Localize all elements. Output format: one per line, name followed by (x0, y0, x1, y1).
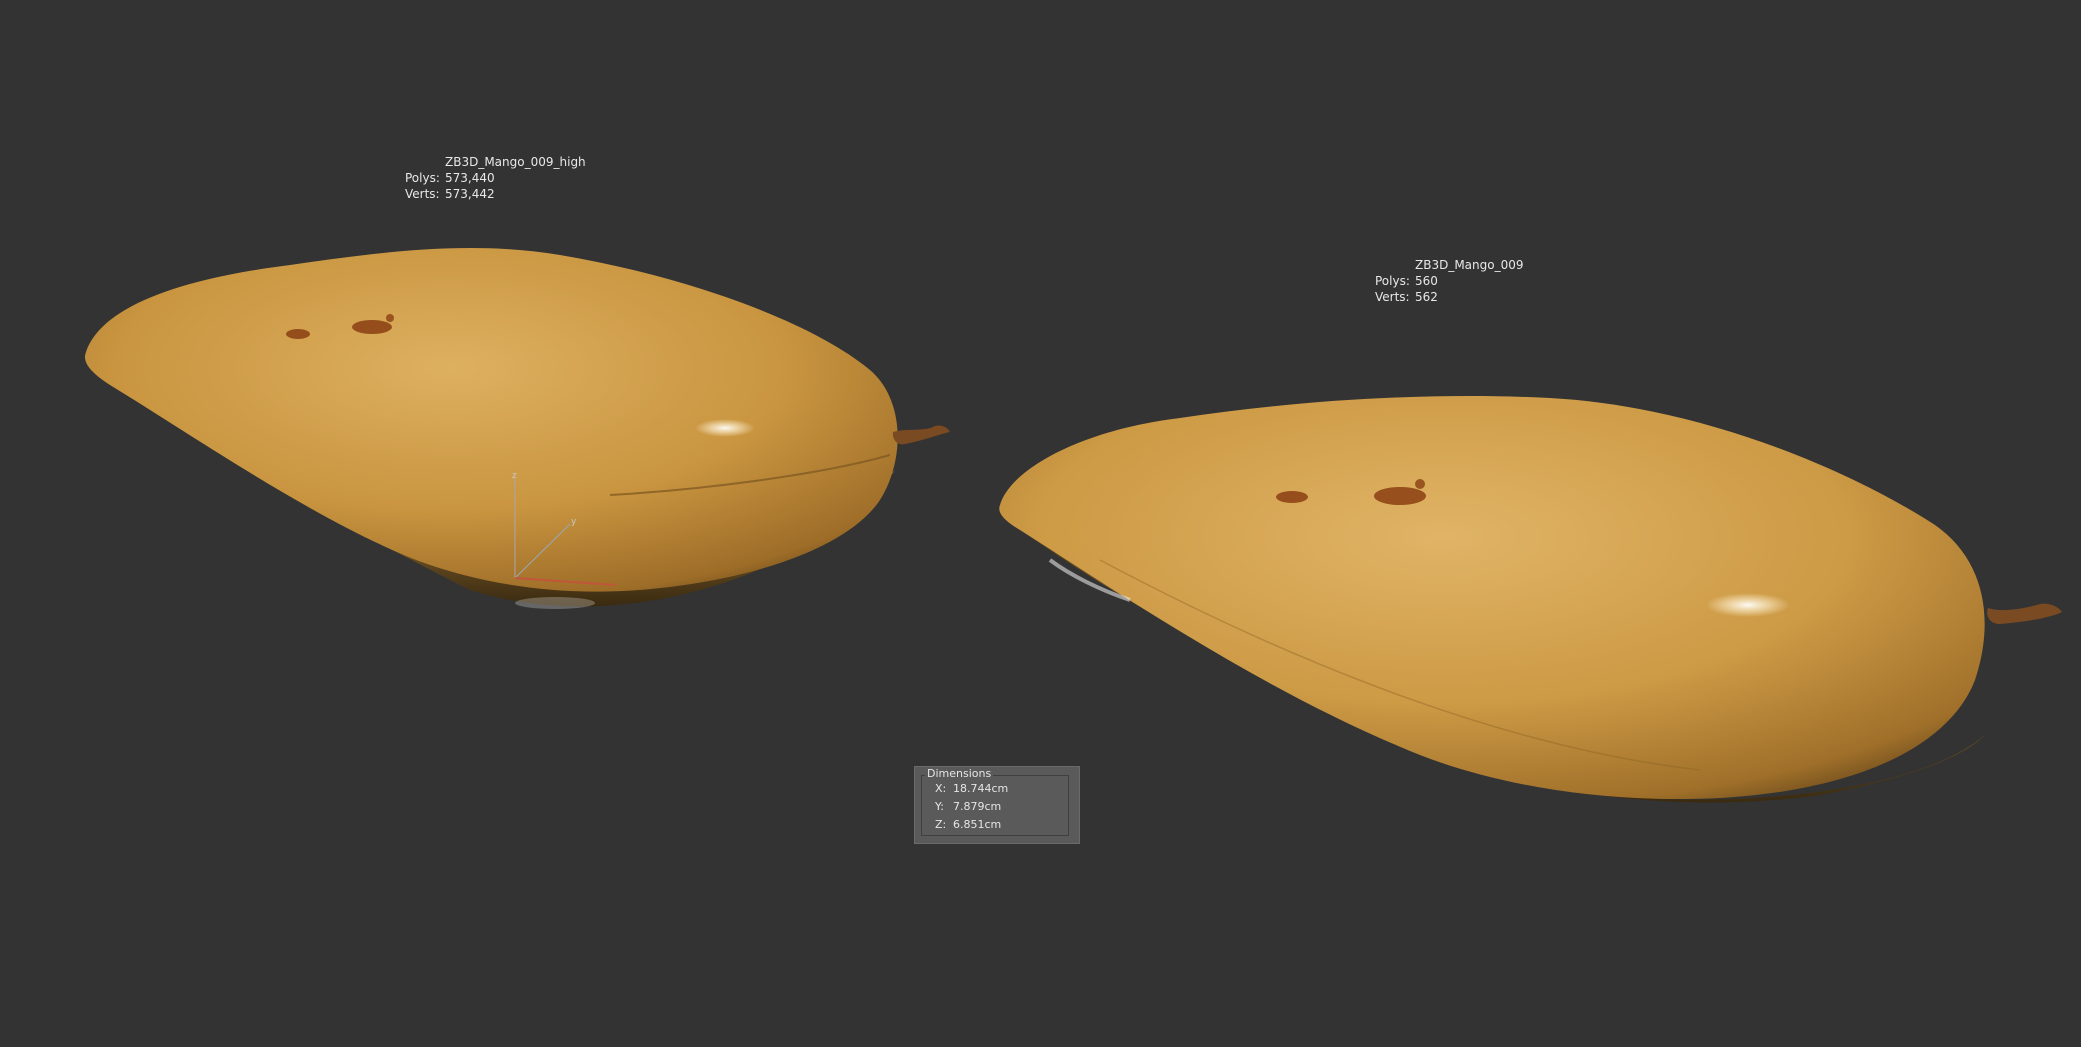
dimensions-panel: Dimensions X: 18.744cm Y: 7.879cm Z: 6.851c… (914, 766, 1080, 844)
polys-label: Polys: (1375, 274, 1410, 288)
verts-value: 562 (1415, 290, 1438, 304)
dimension-x-label: X: (935, 782, 947, 795)
polys-value: 573,440 (445, 171, 495, 185)
model-name-label: ZB3D_Mango_009_high (445, 155, 586, 169)
dimension-z-label: Z: (935, 818, 947, 831)
dimensions-title: Dimensions (925, 767, 994, 781)
dimension-x-row: X: 18.744cm (935, 782, 1008, 796)
dimension-y-label: Y: (935, 800, 944, 813)
model-name-label: ZB3D_Mango_009 (1415, 258, 1524, 272)
mango-low-body (999, 396, 1985, 800)
polys-label: Polys: (405, 171, 440, 185)
mango-low-stats: ZB3D_Mango_009 Polys: 560 Verts: 562 (1375, 257, 1524, 305)
mango-low-stem (1987, 603, 2062, 624)
mango-low-model[interactable] (0, 0, 2081, 1047)
dimension-x-value: 18.744cm (953, 782, 1009, 795)
dimension-y-row: Y: 7.879cm (935, 800, 1001, 814)
polys-value: 560 (1415, 274, 1438, 288)
dimension-z-row: Z: 6.851cm (935, 818, 1001, 832)
dimension-y-value: 7.879cm (953, 800, 1002, 813)
3d-viewport[interactable]: z y ZB3D_Mango_009_high Polys: 573,440 Ve… (0, 0, 2081, 1047)
dimension-z-value: 6.851cm (953, 818, 1002, 831)
mango-high-stats: ZB3D_Mango_009_high Polys: 573,440 Verts:… (405, 154, 586, 202)
verts-label: Verts: (405, 187, 440, 201)
mango-low-highlight (1706, 593, 1790, 617)
verts-value: 573,442 (445, 187, 495, 201)
verts-label: Verts: (1375, 290, 1410, 304)
